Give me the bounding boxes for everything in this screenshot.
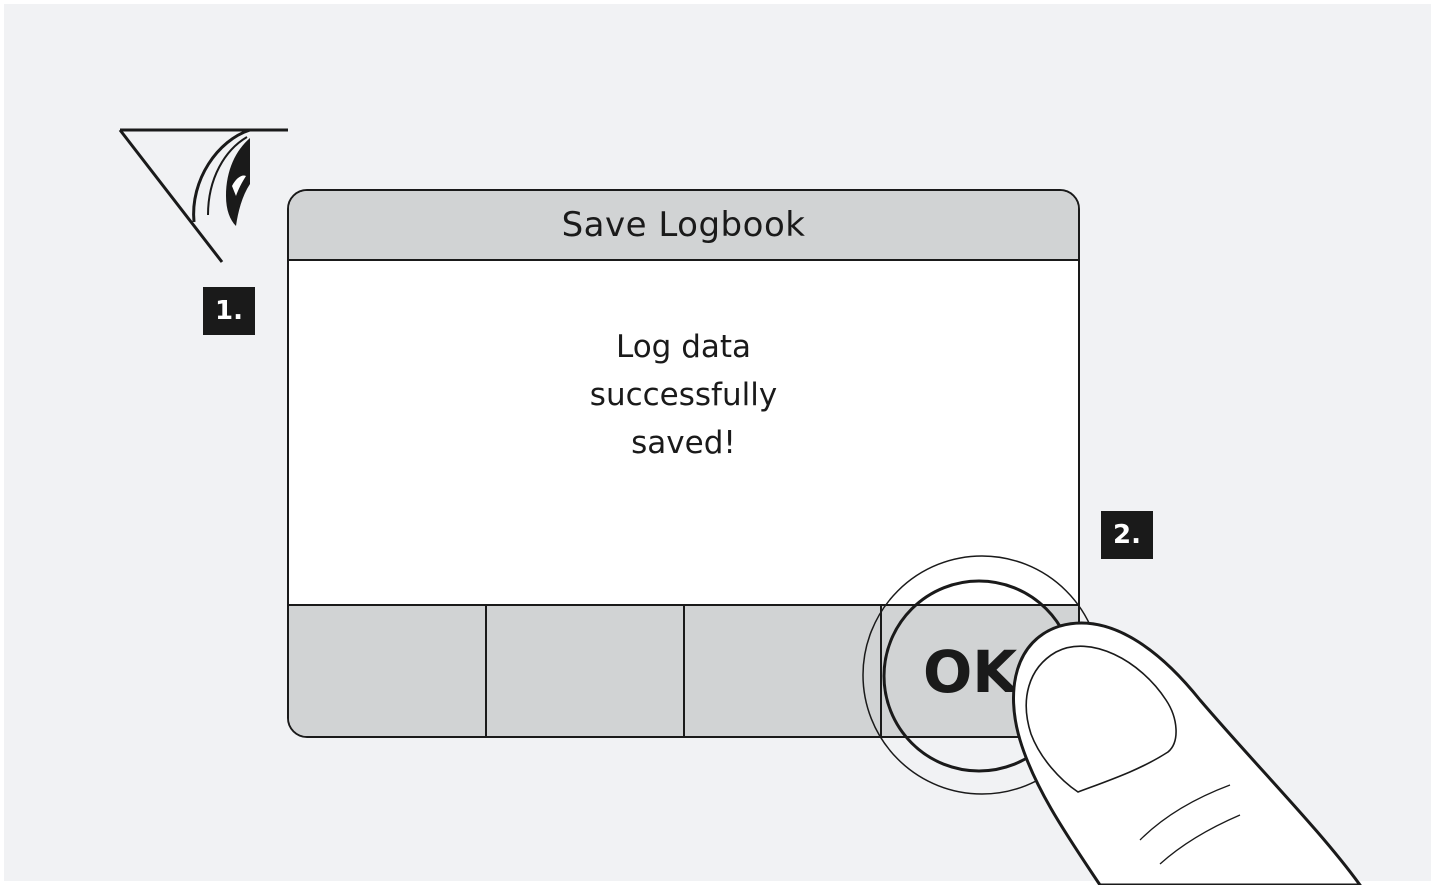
dialog-message: Log data successfully saved! [289, 323, 1078, 467]
instruction-illustration: 1. Save Logbook Log data successfully sa… [0, 0, 1435, 885]
softkey-1[interactable] [289, 606, 487, 736]
ok-button-label: OK [923, 638, 1018, 706]
dialog-title: Save Logbook [561, 205, 806, 245]
dialog-body: Log data successfully saved! [289, 261, 1078, 604]
ok-button[interactable]: OK [882, 606, 1078, 736]
message-line-1: Log data [615, 329, 752, 365]
softkey-bar: OK [289, 604, 1078, 736]
message-line-2: successfully [589, 377, 778, 413]
step-1-badge: 1. [203, 287, 255, 335]
message-line-3: saved! [631, 425, 736, 461]
save-logbook-dialog: Save Logbook Log data successfully saved… [287, 189, 1080, 738]
dialog-header: Save Logbook [289, 191, 1078, 261]
step-2-badge: 2. [1101, 511, 1153, 559]
softkey-2[interactable] [487, 606, 685, 736]
softkey-3[interactable] [685, 606, 883, 736]
